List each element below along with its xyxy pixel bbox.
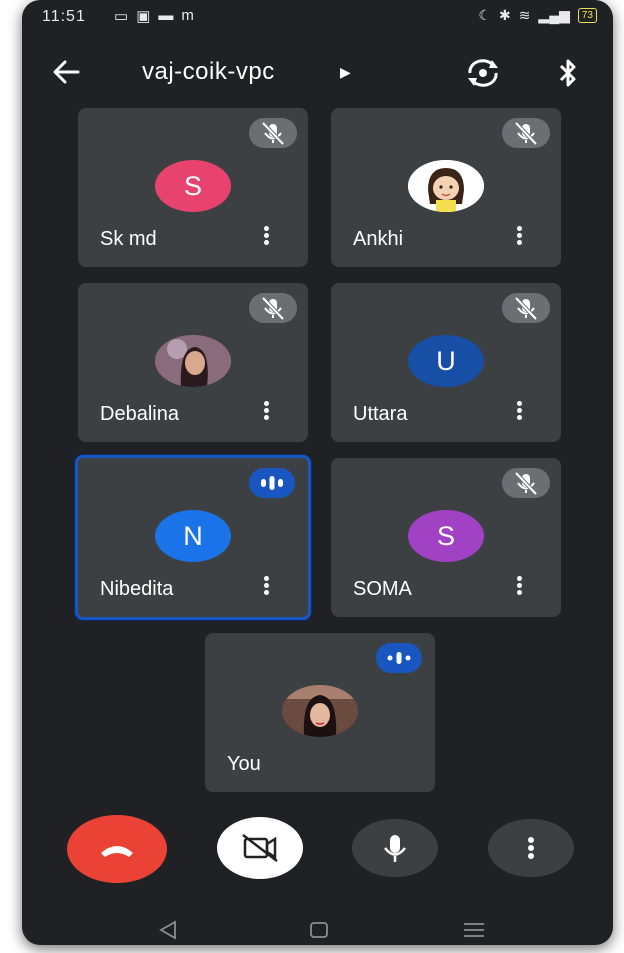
speaking-indicator <box>249 468 295 498</box>
end-call-button[interactable] <box>67 815 167 883</box>
microphone-toggle-button[interactable] <box>352 819 438 877</box>
dnd-moon-icon: ☾ <box>478 7 491 23</box>
speaking-indicator <box>376 643 422 673</box>
microphone-icon <box>384 835 406 862</box>
more-options-icon[interactable] <box>260 224 272 252</box>
participant-name: Uttara <box>353 403 408 425</box>
audio-level-icon <box>387 652 411 664</box>
participant-name: You <box>227 753 261 775</box>
keyboard-notification-icon: ▬ <box>158 7 174 24</box>
nav-menu-icon[interactable] <box>462 921 486 939</box>
avatar <box>282 685 358 737</box>
cartoon-avatar-image <box>408 160 484 212</box>
participant-name: Ankhi <box>353 228 404 250</box>
caret-right-icon[interactable]: ▶ <box>340 64 351 81</box>
meeting-code[interactable]: vaj-coik-vpc <box>142 58 275 86</box>
wifi-icon: ≋ <box>518 7 531 23</box>
bluetooth-status-icon: ✱ <box>498 7 511 23</box>
nav-home-icon[interactable] <box>309 921 329 939</box>
mic-muted-badge <box>502 468 550 498</box>
m-notification-icon: m <box>181 7 194 24</box>
switch-camera-icon[interactable] <box>464 56 502 90</box>
screen-notification-icon: ▣ <box>136 8 151 25</box>
mic-off-icon <box>514 471 538 496</box>
avatar: S <box>155 160 231 212</box>
system-icons: ☾ ✱ ≋ ▂▄▆ 73 <box>478 7 597 24</box>
profile-photo-image <box>282 685 358 737</box>
more-options-icon[interactable] <box>513 399 525 427</box>
call-header: vaj-coik-vpc ▶ <box>22 48 613 98</box>
bluetooth-audio-icon[interactable] <box>556 56 580 90</box>
battery-level: 73 <box>581 10 593 21</box>
mic-off-icon <box>261 296 285 321</box>
more-options-icon[interactable] <box>260 399 272 427</box>
call-controls <box>22 815 613 890</box>
avatar <box>408 160 484 212</box>
avatar: U <box>408 335 484 387</box>
more-options-icon[interactable] <box>513 224 525 252</box>
participant-name: SOMA <box>353 578 412 600</box>
vertical-dots-icon <box>528 837 534 859</box>
mic-muted-badge <box>502 118 550 148</box>
status-bar: 11:51 ▭ ▣ ▬ m ☾ ✱ ≋ ▂▄▆ 73 <box>22 0 613 34</box>
mic-muted-badge <box>249 118 297 148</box>
signal-icon: ▂▄▆ <box>538 7 570 23</box>
participant-tile[interactable]: S SOMA <box>331 458 561 617</box>
participant-tile-active[interactable]: N Nibedita <box>75 455 311 620</box>
audio-level-icon <box>261 476 283 490</box>
mic-off-icon <box>514 121 538 146</box>
camera-off-icon <box>242 834 278 862</box>
avatar <box>155 335 231 387</box>
more-options-icon[interactable] <box>513 574 525 602</box>
more-options-icon[interactable] <box>260 574 272 602</box>
hang-up-icon <box>101 846 133 857</box>
participant-tile[interactable]: Ankhi <box>331 108 561 267</box>
mic-muted-badge <box>249 293 297 323</box>
mic-off-icon <box>261 121 285 146</box>
battery-icon: 73 <box>577 8 597 23</box>
participant-tile[interactable]: U Uttara <box>331 283 561 442</box>
video-notification-icon: ▭ <box>114 8 129 25</box>
participant-name: Nibedita <box>100 578 174 600</box>
meet-call-screen: 11:51 ▭ ▣ ▬ m ☾ ✱ ≋ ▂▄▆ 73 vaj-coik-vpc … <box>22 0 613 945</box>
nav-back-icon[interactable] <box>157 920 179 940</box>
mic-off-icon <box>514 296 538 321</box>
participant-tile[interactable]: S Sk md <box>78 108 308 267</box>
participant-tile[interactable]: Debalina <box>78 283 308 442</box>
back-arrow-icon[interactable] <box>48 54 84 90</box>
avatar: N <box>155 510 231 562</box>
more-options-button[interactable] <box>488 819 574 877</box>
participant-name: Sk md <box>100 228 157 250</box>
participant-name: Debalina <box>100 403 179 425</box>
profile-photo-image <box>155 335 231 387</box>
camera-toggle-button[interactable] <box>217 817 303 879</box>
avatar: S <box>408 510 484 562</box>
self-tile[interactable]: You <box>205 633 435 792</box>
mic-muted-badge <box>502 293 550 323</box>
notification-icons: ▭ ▣ ▬ m <box>114 7 194 25</box>
system-nav-bar <box>22 912 613 945</box>
status-time: 11:51 <box>42 8 86 25</box>
